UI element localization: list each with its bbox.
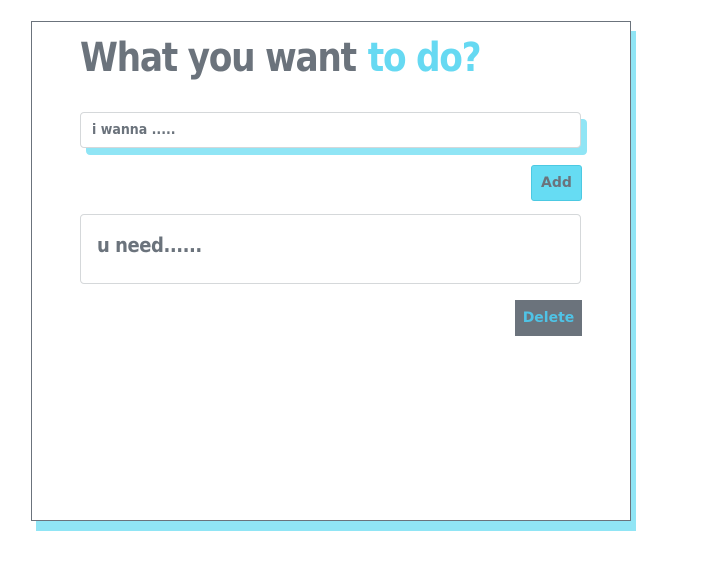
page-title: What you want to do? bbox=[80, 34, 482, 82]
add-button[interactable]: Add bbox=[531, 165, 582, 201]
task-item: u need...... bbox=[80, 214, 581, 284]
page-title-accent: to do? bbox=[367, 35, 482, 81]
todo-card: What you wantto do? Add u need...... Del… bbox=[31, 21, 631, 521]
task-text: u need...... bbox=[97, 233, 202, 257]
delete-button[interactable]: Delete bbox=[515, 300, 582, 336]
page-title-primary: What you want bbox=[80, 35, 357, 81]
task-input[interactable] bbox=[80, 112, 581, 148]
